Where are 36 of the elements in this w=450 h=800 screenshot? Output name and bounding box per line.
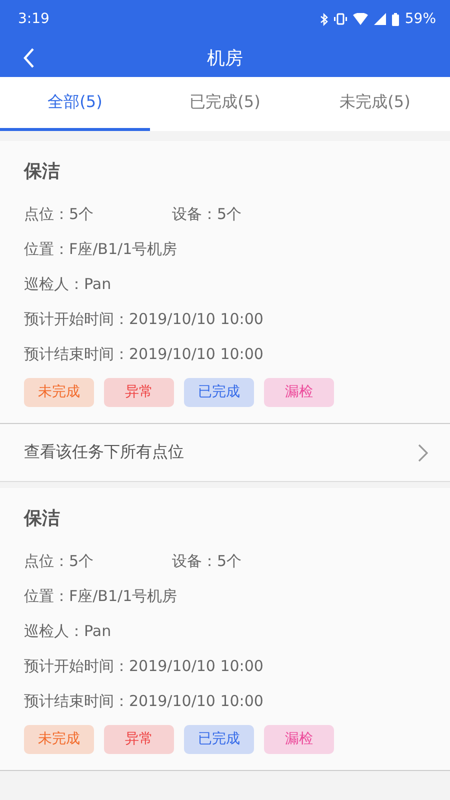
status-tag: 未完成 — [24, 378, 94, 407]
start-time: 预计开始时间：2019/10/10 10:00 — [24, 309, 264, 330]
chevron-right-icon — [418, 444, 428, 462]
status-tag: 异常 — [104, 378, 174, 407]
view-points-link[interactable]: 查看该任务下所有点位 — [0, 424, 450, 482]
inspector-text: 巡检人：Pan — [24, 274, 112, 295]
tab[interactable]: 全部(5) — [0, 77, 150, 131]
back-icon[interactable] — [22, 47, 36, 69]
status-tag: 异常 — [104, 725, 174, 754]
status-tag: 已完成 — [184, 725, 254, 754]
status-tag: 未完成 — [24, 725, 94, 754]
battery-percent: 59% — [404, 11, 436, 27]
status-tag: 漏检 — [264, 378, 334, 407]
point-count: 点位：5个 — [24, 204, 95, 225]
location-text: 位置：F座/B1/1号机房 — [24, 586, 178, 607]
task-title: 保洁 — [24, 507, 61, 530]
device-count: 设备：5个 — [172, 204, 242, 225]
tab[interactable]: 已完成(5) — [150, 77, 300, 131]
bluetooth-icon — [320, 12, 328, 26]
location-text: 位置：F座/B1/1号机房 — [24, 239, 178, 260]
signal-icon — [374, 13, 386, 25]
clock: 3:19 — [18, 11, 50, 27]
wifi-icon — [352, 13, 368, 25]
device-count: 设备：5个 — [172, 551, 242, 572]
tab[interactable]: 未完成(5) — [300, 77, 450, 131]
point-count: 点位：5个 — [24, 551, 95, 572]
page-title: 机房 — [207, 46, 243, 70]
battery-icon — [392, 12, 399, 26]
status-tag: 漏检 — [264, 725, 334, 754]
end-time: 预计结束时间：2019/10/10 10:00 — [24, 691, 264, 712]
vibrate-icon — [334, 13, 347, 25]
status-tag: 已完成 — [184, 378, 254, 407]
inspector-text: 巡检人：Pan — [24, 621, 112, 642]
end-time: 预计结束时间：2019/10/10 10:00 — [24, 344, 264, 365]
start-time: 预计开始时间：2019/10/10 10:00 — [24, 656, 264, 677]
task-title: 保洁 — [24, 160, 61, 183]
